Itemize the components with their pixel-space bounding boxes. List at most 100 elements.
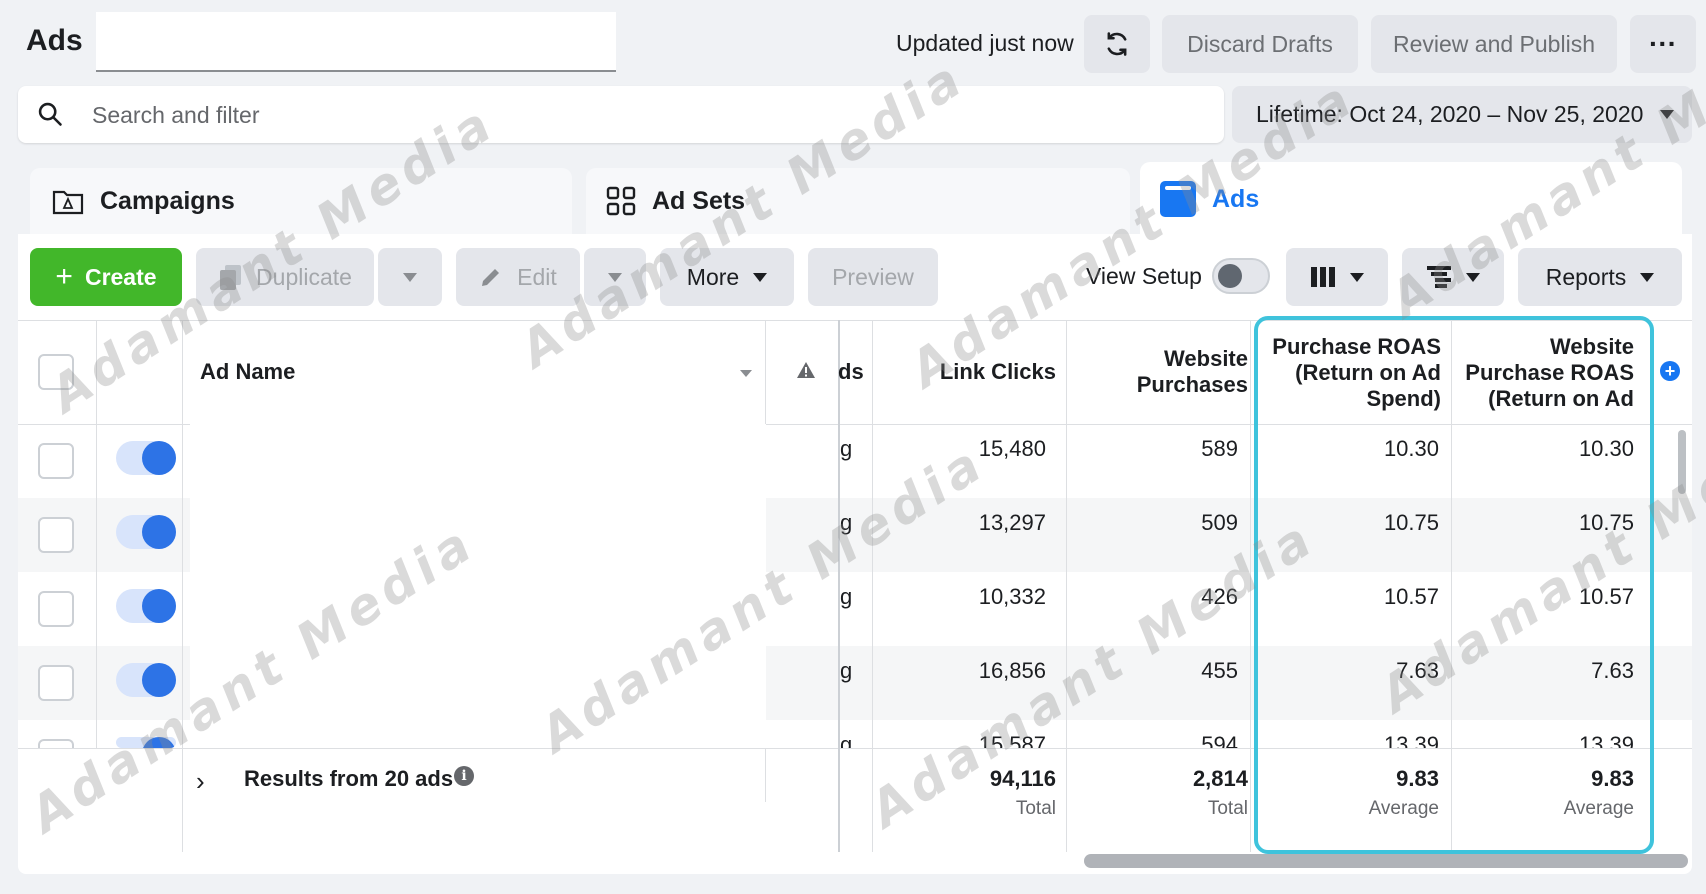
chevron-right-icon[interactable]: › [196, 766, 205, 797]
add-column-icon[interactable]: + [1660, 361, 1680, 381]
cell-website-purchases: 509 [1201, 510, 1238, 535]
header-line: Purchases [1136, 372, 1248, 397]
column-header-website-purchases[interactable]: Website Purchases [1074, 346, 1248, 398]
search-input[interactable] [92, 102, 592, 129]
reports-button[interactable]: Reports [1518, 248, 1682, 306]
column-header-purchase-roas[interactable]: Purchase ROAS (Return on Ad Spend) [1258, 334, 1441, 412]
caret-down-icon [403, 272, 417, 282]
create-button[interactable]: + Create [30, 248, 182, 306]
column-divider [765, 748, 766, 802]
tab-ads[interactable]: Ads [1140, 162, 1682, 236]
edit-button[interactable]: Edit [456, 248, 580, 306]
refresh-button[interactable] [1084, 15, 1150, 73]
view-setup-toggle[interactable] [1212, 258, 1270, 294]
breakdown-button[interactable] [1402, 248, 1504, 306]
sort-caret-icon[interactable] [740, 370, 752, 377]
more-button[interactable]: More [660, 248, 794, 306]
column-divider [765, 320, 766, 424]
cell-link-clicks: 15,480 [978, 436, 1046, 461]
discard-drafts-button[interactable]: Discard Drafts [1162, 15, 1358, 73]
cell-partial: g [840, 510, 853, 535]
average-purchase-roas-label: Average [1368, 798, 1439, 819]
date-range-label: Lifetime: Oct 24, 2020 – Nov 25, 2020 [1256, 101, 1644, 127]
ad-status-toggle[interactable] [116, 737, 176, 748]
tab-ads-label: Ads [1212, 184, 1260, 213]
cell-purchase-roas: 7.63 [1396, 658, 1439, 683]
results-summary-row [18, 748, 1692, 852]
cell-website-purchase-roas: 10.57 [1578, 584, 1634, 609]
search-bar[interactable] [18, 86, 1224, 143]
average-website-roas-label: Average [1563, 798, 1634, 819]
caret-down-icon [1466, 272, 1480, 282]
row-checkbox[interactable] [38, 591, 74, 627]
column-header-ad-name[interactable]: Ad Name [200, 359, 295, 385]
frozen-column-divider [838, 748, 840, 852]
ad-name-title-field[interactable] [96, 12, 616, 72]
view-setup-label: View Setup [1086, 263, 1202, 289]
ad-status-toggle[interactable] [116, 441, 176, 475]
columns-button[interactable] [1286, 248, 1388, 306]
header-line: Website [1164, 346, 1248, 371]
columns-icon [1311, 267, 1335, 287]
date-range-selector[interactable]: Lifetime: Oct 24, 2020 – Nov 25, 2020 [1232, 86, 1692, 143]
cell-link-clicks: 10,332 [978, 584, 1046, 609]
ad-status-toggle[interactable] [116, 589, 176, 623]
warning-icon [797, 362, 815, 378]
column-header-website-purchase-roas[interactable]: Website Purchase ROAS (Return on Ad [1458, 334, 1634, 412]
caret-down-icon [608, 272, 622, 282]
duplicate-button[interactable]: Duplicate [196, 248, 374, 306]
total-website-purchases-label: Total [1207, 798, 1248, 819]
cell-website-purchase-roas: 10.30 [1578, 436, 1634, 461]
more-label: More [686, 263, 740, 290]
table-top-border [18, 320, 1692, 321]
ad-icon [1160, 181, 1196, 217]
row-checkbox[interactable] [38, 739, 74, 748]
cell-partial: g [840, 658, 853, 683]
cell-website-purchases: 426 [1201, 584, 1238, 609]
info-icon[interactable]: i [454, 766, 474, 786]
ad-status-toggle[interactable] [116, 515, 176, 549]
duplicate-dropdown-button[interactable] [378, 248, 442, 306]
column-header-partial[interactable]: ds [838, 359, 864, 385]
caret-down-icon [1350, 272, 1364, 282]
row-checkbox[interactable] [38, 665, 74, 701]
breakdown-icon [1427, 266, 1451, 288]
pencil-icon [482, 269, 500, 286]
row-checkbox[interactable] [38, 443, 74, 479]
duplicate-icon [220, 265, 242, 290]
cell-website-purchases: 455 [1201, 658, 1238, 683]
search-icon [38, 102, 62, 126]
preview-button[interactable]: Preview [808, 248, 938, 306]
tab-ad-sets-label: Ad Sets [652, 186, 746, 215]
redacted-ad-names [190, 424, 766, 744]
column-divider [182, 748, 183, 852]
tab-campaigns[interactable]: Campaigns [30, 168, 572, 234]
total-website-purchases: 2,814 [1192, 766, 1248, 791]
ad-status-toggle[interactable] [116, 663, 176, 697]
plus-icon: + [55, 260, 73, 293]
refresh-icon [1107, 32, 1127, 56]
horizontal-scrollbar[interactable] [1084, 854, 1688, 868]
header-line: (Return on Ad [1295, 360, 1441, 385]
more-options-button[interactable]: ··· [1630, 15, 1696, 73]
vertical-scrollbar[interactable] [1678, 430, 1686, 494]
results-label: Results from 20 ads [244, 766, 454, 791]
edit-dropdown-button[interactable] [584, 248, 646, 306]
select-all-checkbox[interactable] [38, 354, 74, 390]
caret-down-icon [753, 272, 768, 282]
tab-ad-sets[interactable]: Ad Sets [586, 168, 1130, 234]
folder-icon [52, 187, 84, 215]
total-link-clicks-label: Total [1015, 798, 1056, 819]
caret-down-icon [1640, 272, 1655, 282]
header-line: (Return on Ad [1488, 386, 1634, 411]
create-label: Create [84, 263, 157, 290]
column-header-link-clicks[interactable]: Link Clicks [880, 359, 1056, 385]
review-and-publish-button[interactable]: Review and Publish [1371, 15, 1617, 73]
grid-icon [606, 186, 636, 216]
header-line: Website [1550, 334, 1634, 359]
caret-down-icon [1660, 110, 1674, 119]
row-checkbox[interactable] [38, 517, 74, 553]
column-divider [1250, 748, 1251, 852]
edit-label: Edit [517, 263, 557, 290]
page-title: Ads [26, 24, 83, 57]
